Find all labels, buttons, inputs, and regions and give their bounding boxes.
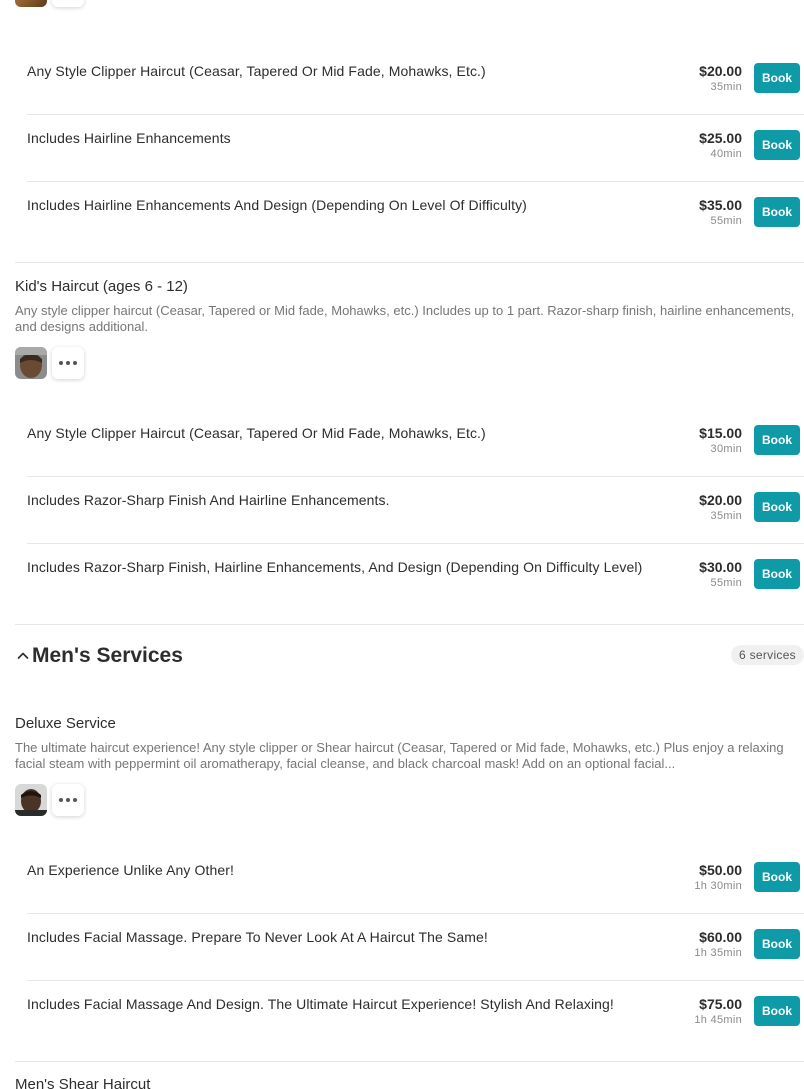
book-button[interactable]: Book bbox=[754, 425, 800, 455]
option-name: Includes Facial Massage And Design. The … bbox=[27, 996, 614, 1012]
option-name: Includes Hairline Enhancements bbox=[27, 130, 231, 146]
option-name: Includes Razor-Sharp Finish, Hairline En… bbox=[27, 559, 643, 575]
service-title[interactable]: Kid's Haircut (ages 6 - 12) bbox=[15, 278, 804, 295]
service-options-list: Any Style Clipper Haircut (Ceasar, Taper… bbox=[27, 410, 804, 611]
service-title[interactable]: Men's Shear Haircut bbox=[15, 1076, 804, 1089]
option-duration: 1h 30min bbox=[694, 880, 742, 892]
service-photos bbox=[15, 347, 804, 379]
haircut-photo-icon bbox=[15, 347, 47, 379]
option-price: $20.00 bbox=[699, 63, 742, 79]
service-option-row: An Experience Unlike Any Other! $50.00 1… bbox=[27, 847, 804, 914]
haircut-photo-icon bbox=[15, 784, 47, 816]
option-price: $35.00 bbox=[699, 197, 742, 213]
option-name: Includes Hairline Enhancements And Desig… bbox=[27, 197, 527, 213]
more-options-button[interactable] bbox=[52, 784, 84, 816]
service-photos bbox=[15, 784, 804, 816]
more-options-button[interactable] bbox=[52, 0, 84, 7]
option-name: An Experience Unlike Any Other! bbox=[27, 862, 234, 878]
category-header[interactable]: Men's Services 6 services bbox=[15, 640, 804, 672]
option-price: $20.00 bbox=[699, 492, 742, 508]
more-dots-icon bbox=[59, 361, 63, 365]
service-option-row: Includes Razor-Sharp Finish And Hairline… bbox=[27, 477, 804, 544]
chevron-up-icon[interactable] bbox=[15, 648, 31, 664]
section-divider bbox=[15, 624, 804, 625]
service-options-list: Any Style Clipper Haircut (Ceasar, Taper… bbox=[27, 48, 804, 249]
service-option-row: Includes Facial Massage. Prepare To Neve… bbox=[27, 914, 804, 981]
service-group: Men's Shear Haircut bbox=[15, 1076, 804, 1089]
service-group: Deluxe Service The ultimate haircut expe… bbox=[15, 715, 804, 816]
option-duration: 55min bbox=[710, 577, 742, 589]
category-title: Men's Services bbox=[32, 644, 183, 667]
option-price: $50.00 bbox=[699, 862, 742, 878]
service-group: Kid's Haircut (ages 6 - 12) Any style cl… bbox=[15, 278, 804, 379]
service-description: The ultimate haircut experience! Any sty… bbox=[15, 740, 784, 771]
service-description: Any style clipper haircut (Ceasar, Taper… bbox=[15, 303, 795, 334]
book-button[interactable]: Book bbox=[754, 996, 800, 1026]
option-price: $75.00 bbox=[699, 996, 742, 1012]
option-price: $30.00 bbox=[699, 559, 742, 575]
book-button[interactable]: Book bbox=[754, 63, 800, 93]
service-option-row: Includes Hairline Enhancements And Desig… bbox=[27, 182, 804, 249]
option-duration: 35min bbox=[710, 510, 742, 522]
service-photo[interactable] bbox=[15, 784, 47, 816]
option-price: $25.00 bbox=[699, 130, 742, 146]
option-price: $15.00 bbox=[699, 425, 742, 441]
service-option-row: Includes Razor-Sharp Finish, Hairline En… bbox=[27, 544, 804, 611]
option-name: Any Style Clipper Haircut (Ceasar, Taper… bbox=[27, 63, 486, 79]
option-name: Includes Razor-Sharp Finish And Hairline… bbox=[27, 492, 390, 508]
service-option-row: Includes Hairline Enhancements $25.00 40… bbox=[27, 115, 804, 182]
service-title[interactable]: Deluxe Service bbox=[15, 715, 804, 732]
service-option-row: Includes Facial Massage And Design. The … bbox=[27, 981, 804, 1048]
service-photo[interactable] bbox=[15, 0, 47, 7]
services-count-badge: 6 services bbox=[730, 645, 804, 665]
book-button[interactable]: Book bbox=[754, 559, 800, 589]
book-button[interactable]: Book bbox=[754, 492, 800, 522]
section-divider bbox=[15, 262, 804, 263]
top-thumbnails bbox=[15, 0, 84, 7]
option-duration: 1h 35min bbox=[694, 947, 742, 959]
option-name: Any Style Clipper Haircut (Ceasar, Taper… bbox=[27, 425, 486, 441]
option-duration: 40min bbox=[710, 148, 742, 160]
more-options-button[interactable] bbox=[52, 347, 84, 379]
option-duration: 35min bbox=[710, 81, 742, 93]
option-price: $60.00 bbox=[699, 929, 742, 945]
book-button[interactable]: Book bbox=[754, 197, 800, 227]
service-option-row: Any Style Clipper Haircut (Ceasar, Taper… bbox=[27, 48, 804, 115]
option-name: Includes Facial Massage. Prepare To Neve… bbox=[27, 929, 488, 945]
service-option-row: Any Style Clipper Haircut (Ceasar, Taper… bbox=[27, 410, 804, 477]
option-duration: 1h 45min bbox=[694, 1014, 742, 1026]
service-options-list: An Experience Unlike Any Other! $50.00 1… bbox=[27, 847, 804, 1048]
section-divider bbox=[15, 1061, 804, 1062]
book-button[interactable]: Book bbox=[754, 862, 800, 892]
book-button[interactable]: Book bbox=[754, 929, 800, 959]
more-dots-icon bbox=[59, 798, 63, 802]
book-button[interactable]: Book bbox=[754, 130, 800, 160]
option-duration: 30min bbox=[710, 443, 742, 455]
service-photo[interactable] bbox=[15, 347, 47, 379]
option-duration: 55min bbox=[710, 215, 742, 227]
